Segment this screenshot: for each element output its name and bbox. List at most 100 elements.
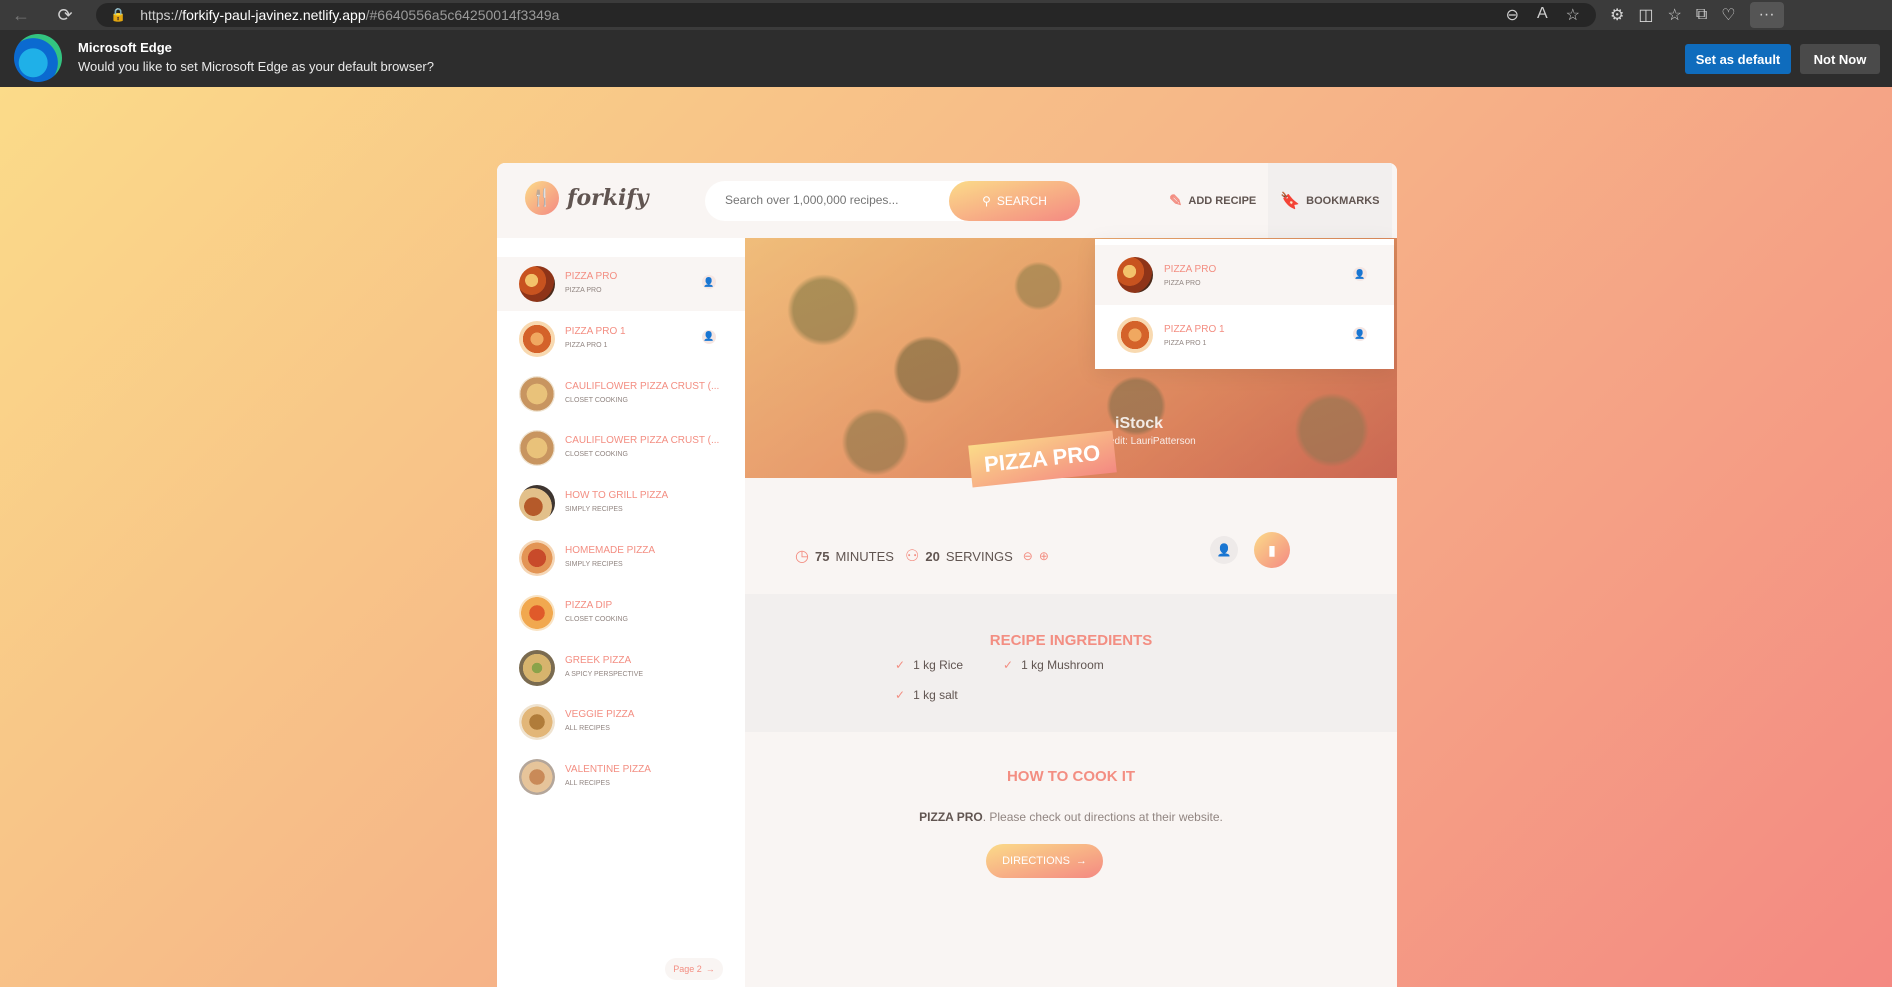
result-publisher: CLOSET COOKING: [565, 451, 628, 459]
forkify-app: 🍴 forkify ⚲ SEARCH ✎ ADD RECIPE 🔖 BOOKMA…: [497, 163, 1397, 987]
recipe-directions: HOW TO COOK IT PIZZA PRO. Please check o…: [745, 732, 1397, 987]
directions-button-label: DIRECTIONS: [1002, 855, 1070, 867]
result-publisher: CLOSET COOKING: [565, 615, 628, 623]
ingredient-item: ✓ 1 kg Rice: [895, 658, 964, 672]
image-watermark: iStock: [1115, 415, 1164, 432]
result-thumbnail: [519, 594, 555, 631]
split-screen-icon[interactable]: ◫: [1638, 5, 1653, 25]
result-thumbnail: [519, 759, 555, 796]
result-title: PIZZA DIP: [565, 599, 613, 611]
minus-circle-icon[interactable]: ⊖: [1023, 549, 1033, 563]
bookmark-item[interactable]: PIZZA PRO PIZZA PRO 👤: [1095, 245, 1394, 305]
favorite-star-icon[interactable]: ☆: [1566, 5, 1580, 25]
bookmark-publisher: PIZZA PRO: [1164, 280, 1201, 287]
url-host: forkify-paul-javinez.netlify.app: [182, 7, 366, 23]
result-thumbnail: [519, 540, 555, 576]
back-icon[interactable]: ←: [6, 0, 36, 30]
logo-text: forkify: [567, 185, 649, 211]
address-bar[interactable]: 🔒 https://forkify-paul-javinez.netlify.a…: [96, 3, 1596, 27]
result-item[interactable]: PIZZA DIP CLOSET COOKING: [497, 586, 745, 640]
result-item[interactable]: VALENTINE PIZZA ALL RECIPES: [497, 750, 745, 804]
result-item[interactable]: GREEK PIZZA A SPICY PERSPECTIVE: [497, 641, 745, 695]
users-icon: ⚇: [905, 548, 920, 565]
user-generated-icon: 👤: [1210, 536, 1238, 564]
result-item[interactable]: PIZZA PRO 1 PIZZA PRO 1 👤: [497, 312, 745, 366]
nav-bookmarks[interactable]: 🔖 BOOKMARKS: [1268, 163, 1392, 238]
set-default-button[interactable]: Set as default: [1685, 44, 1791, 74]
servings-label: SERVINGS: [945, 548, 1013, 564]
bookmark-publisher: PIZZA PRO 1: [1164, 340, 1207, 347]
search-input[interactable]: [725, 193, 915, 207]
minutes-value: 75: [814, 548, 830, 564]
check-icon: ✓: [1003, 658, 1014, 672]
edge-logo-icon: [14, 34, 62, 82]
refresh-icon[interactable]: ⟳: [50, 0, 80, 30]
result-publisher: PIZZA PRO: [565, 287, 602, 294]
edit-icon: ✎: [1169, 192, 1183, 210]
user-generated-icon: 👤: [1353, 267, 1367, 281]
result-thumbnail: [519, 375, 555, 412]
nav-add-recipe[interactable]: ✎ ADD RECIPE: [1157, 163, 1268, 238]
minutes-label: MINUTES: [835, 548, 894, 564]
image-credit: edit: LauriPatterson: [1109, 436, 1196, 447]
browser-toolbar: ← ⟳ 🔒 https://forkify-paul-javinez.netli…: [0, 0, 1892, 30]
bookmarks-panel: PIZZA PRO PIZZA PRO 👤 PIZZA PRO 1 PIZZA …: [1095, 239, 1394, 369]
bookmark-button[interactable]: ▮: [1254, 532, 1290, 568]
page-background: 🍴 forkify ⚲ SEARCH ✎ ADD RECIPE 🔖 BOOKMA…: [0, 87, 1892, 987]
result-item[interactable]: HOMEMADE PIZZA SIMPLY RECIPES: [497, 531, 745, 585]
bookmark-fill-icon: ▮: [1268, 541, 1276, 558]
search-form: ⚲ SEARCH: [705, 181, 1080, 221]
result-title: PIZZA PRO: [565, 271, 618, 282]
arrow-right-icon: →: [1075, 855, 1087, 867]
servings-value: 20: [925, 548, 940, 564]
read-aloud-icon[interactable]: A: [1537, 5, 1548, 25]
result-item[interactable]: PIZZA PRO PIZZA PRO 👤: [497, 257, 745, 311]
bookmark-item[interactable]: PIZZA PRO 1 PIZZA PRO 1 👤: [1095, 305, 1394, 365]
result-publisher: SIMPLY RECIPES: [565, 561, 623, 568]
result-item[interactable]: VEGGIE PIZZA ALL RECIPES: [497, 695, 745, 749]
result-publisher: SIMPLY RECIPES: [565, 506, 623, 514]
ingredient-item: ✓ 1 kg Mushroom: [1003, 658, 1104, 672]
url-scheme: https://: [140, 7, 183, 23]
plus-circle-icon[interactable]: ⊕: [1039, 549, 1049, 563]
directions-heading: HOW TO COOK IT: [1006, 768, 1136, 785]
user-generated-icon: 👤: [702, 275, 716, 289]
lock-icon: 🔒: [110, 7, 127, 22]
user-generated-icon: 👤: [1353, 327, 1367, 341]
favorites-icon[interactable]: ☆: [1667, 5, 1681, 25]
browser-essentials-icon[interactable]: ♡: [1721, 5, 1735, 25]
search-button[interactable]: ⚲ SEARCH: [949, 181, 1080, 221]
result-title: VALENTINE PIZZA: [565, 764, 651, 776]
more-options-icon[interactable]: ···: [1749, 2, 1784, 28]
result-title: CAULIFLOWER PIZZA CRUST (...: [565, 380, 720, 392]
ingredient-item: ✓ 1 kg salt: [895, 688, 958, 702]
recipe-details: ◷ 75 MINUTES ⚇ 20 SERVINGS ⊖ ⊕ 👤 ▮: [745, 478, 1397, 594]
bookmark-title: PIZZA PRO: [1164, 264, 1217, 275]
zoom-icon[interactable]: ⊖: [1506, 5, 1519, 25]
pagination-next-button[interactable]: Page 2 →: [665, 958, 723, 980]
cooking-time: ◷ 75 MINUTES: [795, 546, 894, 566]
result-title: PIZZA PRO 1: [565, 325, 626, 337]
result-item[interactable]: CAULIFLOWER PIZZA CRUST (... CLOSET COOKI…: [497, 421, 745, 475]
logo[interactable]: 🍴 forkify: [525, 181, 649, 215]
search-icon: ⚲: [982, 194, 991, 208]
recipe-ingredients: RECIPE INGREDIENTS ✓ 1 kg Rice ✓ 1 kg Mu…: [745, 594, 1397, 732]
check-icon: ✓: [895, 688, 906, 702]
result-publisher: ALL RECIPES: [565, 780, 610, 788]
result-item[interactable]: HOW TO GRILL PIZZA SIMPLY RECIPES: [497, 476, 745, 530]
directions-button[interactable]: DIRECTIONS →: [986, 844, 1103, 878]
extensions-icon[interactable]: ⚙: [1610, 5, 1624, 25]
app-header: 🍴 forkify ⚲ SEARCH ✎ ADD RECIPE 🔖 BOOKMA…: [497, 163, 1397, 238]
result-publisher: A SPICY PERSPECTIVE: [565, 670, 644, 678]
not-now-button[interactable]: Not Now: [1800, 44, 1880, 74]
collections-icon[interactable]: ⧉: [1696, 6, 1707, 24]
result-thumbnail: [519, 266, 555, 302]
bookmark-title: PIZZA PRO 1: [1164, 324, 1225, 335]
result-thumbnail: [519, 430, 555, 467]
bookmark-thumbnail: [1117, 317, 1153, 353]
check-icon: ✓: [895, 658, 906, 672]
servings: ⚇ 20 SERVINGS ⊖ ⊕: [905, 546, 1049, 566]
bookmark-icon: 🔖: [1280, 192, 1301, 210]
result-item[interactable]: CAULIFLOWER PIZZA CRUST (... CLOSET COOKI…: [497, 367, 745, 421]
result-thumbnail: [519, 485, 555, 522]
